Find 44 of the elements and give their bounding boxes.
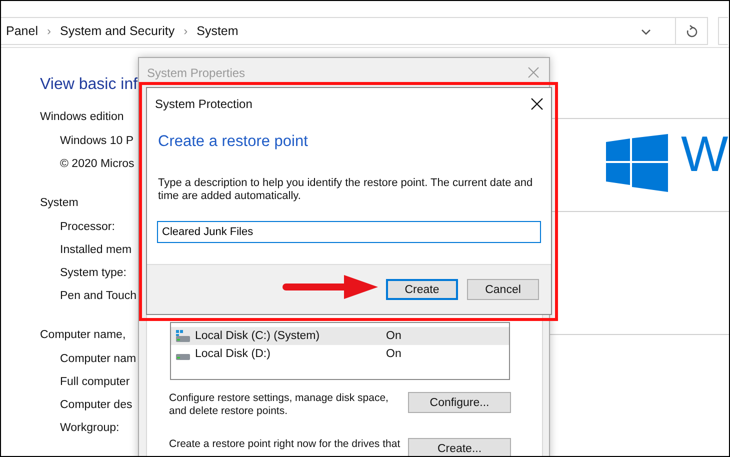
protection-status: On xyxy=(386,348,402,360)
breadcrumb-separator: › xyxy=(184,24,188,38)
breadcrumb[interactable]: Panel xyxy=(6,24,38,38)
drive-name: Local Disk (C:) (System) xyxy=(195,330,321,342)
address-bar[interactable]: Panel › System and Security › System xyxy=(1,17,676,45)
chevron-down-icon[interactable] xyxy=(641,29,651,35)
arrow-icon xyxy=(282,275,378,299)
breadcrumb-separator: › xyxy=(46,24,51,38)
refresh-icon xyxy=(686,24,698,38)
window-title: System Properties xyxy=(147,66,246,80)
info-label: Pen and Touch xyxy=(60,289,137,303)
info-label: System type: xyxy=(60,266,126,280)
logo-text: W xyxy=(681,129,728,179)
dialog-button[interactable]: Cancel xyxy=(467,279,539,300)
dialog-button[interactable]: Create xyxy=(386,279,458,300)
info-label: Computer des xyxy=(60,398,132,412)
refresh-button[interactable] xyxy=(676,17,708,45)
info-label: Windows 10 P xyxy=(60,134,134,148)
section-title: System xyxy=(40,196,78,210)
dialog-title: System Protection xyxy=(155,97,252,111)
windows-logo-icon xyxy=(606,134,668,192)
description-field[interactable]: Cleared Junk Files xyxy=(157,221,541,243)
breadcrumb[interactable]: System xyxy=(196,24,238,38)
drive-name: Local Disk (D:) xyxy=(195,348,272,360)
action-button[interactable]: Configure... xyxy=(408,392,511,413)
dialog-heading: Create a restore point xyxy=(158,133,308,151)
action-description: Configure restore settings, manage disk space, and delete restore points. xyxy=(169,392,390,418)
action-button[interactable]: Create... xyxy=(408,438,511,456)
info-label: © 2020 Micros xyxy=(60,157,134,171)
drive-row[interactable]: Local Disk (C:) (System) On xyxy=(171,327,509,345)
dialog-description: Type a description to help you identify the restore point. The current date and time are added automatically. xyxy=(158,177,534,203)
breadcrumb[interactable]: System and Security xyxy=(60,24,175,38)
drive-row[interactable]: Local Disk (D:) On xyxy=(171,345,509,363)
section-title: Windows edition xyxy=(40,110,124,124)
close-icon[interactable] xyxy=(531,98,543,110)
info-label: Computer nam xyxy=(60,352,136,366)
section-title: Computer name, xyxy=(40,328,126,342)
info-label: Processor: xyxy=(60,220,115,234)
info-label: Workgroup: xyxy=(60,421,120,435)
protection-status: On xyxy=(386,330,402,342)
page-heading: View basic inf xyxy=(40,75,138,94)
action-description: Create a restore point right now for the drives that xyxy=(169,438,402,451)
info-label: Installed mem xyxy=(60,243,132,257)
info-label: Full computer xyxy=(60,375,130,389)
